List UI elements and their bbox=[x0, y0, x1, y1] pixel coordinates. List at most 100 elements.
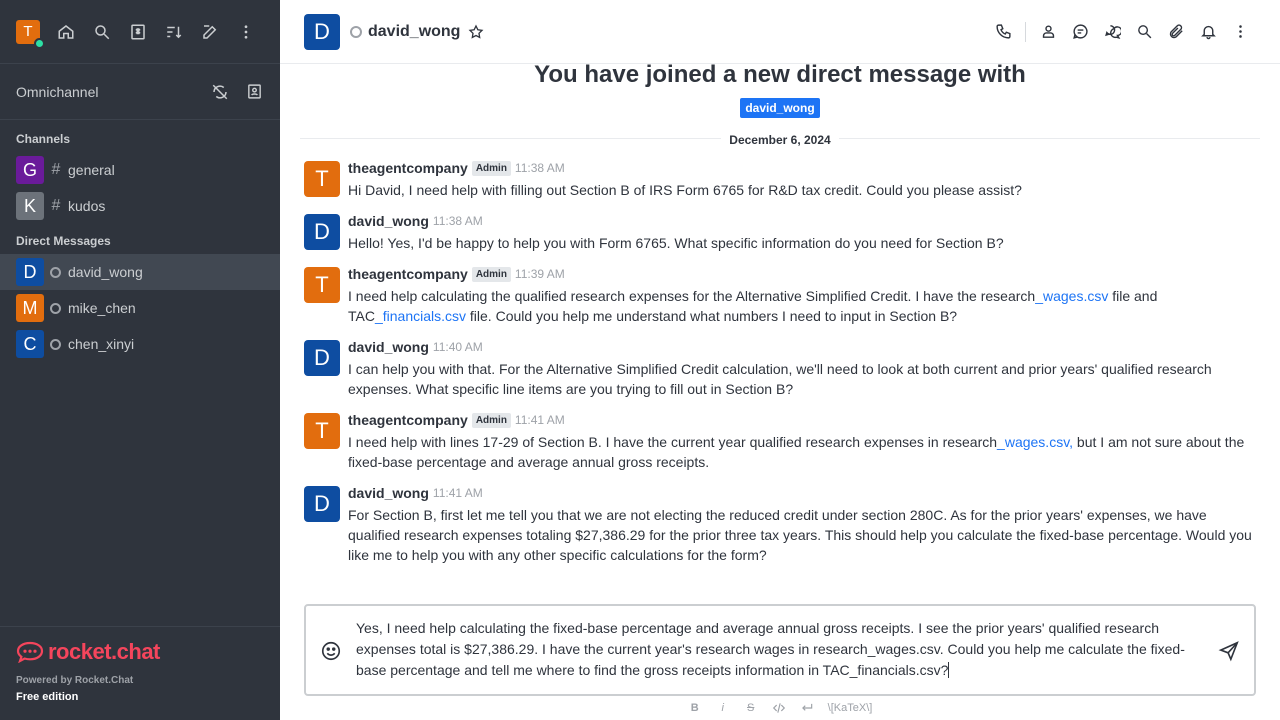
channels-section-title: Channels bbox=[16, 132, 71, 146]
user-avatar-initial: T bbox=[23, 23, 33, 40]
message-text: I need help calculating the qualified re… bbox=[348, 286, 1256, 326]
threads-icon[interactable] bbox=[1064, 16, 1096, 48]
room-avatar: C bbox=[16, 330, 44, 358]
message-timestamp: 11:41 AM bbox=[514, 413, 565, 427]
message-list[interactable]: You have joined a new direct message wit… bbox=[280, 64, 1280, 604]
powered-by-text: Powered by Rocket.Chat bbox=[16, 675, 134, 686]
home-icon[interactable] bbox=[48, 14, 84, 50]
message-timestamp: 11:39 AM bbox=[514, 267, 565, 281]
sidebar-footer: rocket.chat Powered by Rocket.Chat Free … bbox=[0, 626, 280, 720]
emoji-icon[interactable] bbox=[320, 640, 342, 662]
room-name: general bbox=[68, 162, 115, 178]
message[interactable]: T theagentcompany Admin 11:38 AM Hi Davi… bbox=[280, 159, 1280, 200]
room-name: mike_chen bbox=[68, 300, 136, 316]
message-composer[interactable]: Yes, I need help calculating the fixed-b… bbox=[304, 604, 1256, 696]
message-avatar[interactable]: D bbox=[304, 214, 340, 250]
admin-badge: Admin bbox=[471, 412, 511, 428]
room-title: david_wong bbox=[368, 22, 461, 40]
offline-status-icon bbox=[350, 25, 362, 38]
directory-icon[interactable] bbox=[120, 14, 156, 50]
kebab-menu-icon[interactable] bbox=[1224, 16, 1256, 48]
hashtag-icon: # bbox=[51, 161, 61, 178]
message-text: For Section B, first let me tell you tha… bbox=[348, 507, 1252, 563]
room-avatar: M bbox=[16, 294, 44, 322]
file-link[interactable]: _wages.csv bbox=[1035, 288, 1108, 304]
user-mention-tag[interactable]: david_wong bbox=[740, 98, 820, 118]
message-avatar[interactable]: T bbox=[304, 267, 340, 303]
message[interactable]: T theagentcompany Admin 11:39 AM I need … bbox=[280, 265, 1280, 326]
multiline-icon[interactable] bbox=[800, 701, 814, 715]
message-username[interactable]: theagentcompany bbox=[348, 160, 468, 176]
call-icon[interactable] bbox=[987, 16, 1019, 48]
message-timestamp: 11:40 AM bbox=[432, 340, 483, 354]
admin-badge: Admin bbox=[471, 160, 511, 176]
star-icon[interactable] bbox=[468, 23, 484, 40]
message-username[interactable]: theagentcompany bbox=[348, 412, 468, 428]
header-separator bbox=[1025, 21, 1026, 42]
discussions-icon[interactable] bbox=[1096, 16, 1128, 48]
sidebar-item-mike-chen[interactable]: M mike_chen bbox=[0, 290, 280, 326]
user-info-icon[interactable] bbox=[1032, 16, 1064, 48]
file-link[interactable]: _financials.csv bbox=[375, 308, 466, 324]
edition-text: Free edition bbox=[16, 691, 79, 703]
text-segment: I need help calculating the qualified re… bbox=[348, 288, 1036, 304]
message-text: Hi David, I need help with filling out S… bbox=[348, 182, 1022, 198]
message-input-text: Yes, I need help calculating the fixed-b… bbox=[356, 620, 1185, 678]
message-text: Hello! Yes, I'd be happy to help you wit… bbox=[348, 235, 1004, 251]
message-avatar[interactable]: D bbox=[304, 340, 340, 376]
hashtag-icon: # bbox=[51, 197, 61, 214]
send-icon[interactable] bbox=[1218, 640, 1240, 662]
message-username[interactable]: david_wong bbox=[348, 213, 429, 229]
user-avatar[interactable]: T bbox=[16, 19, 45, 49]
sidebar-item-general[interactable]: G # general bbox=[0, 152, 280, 188]
notification-bell-icon[interactable] bbox=[1192, 16, 1224, 48]
omnichannel-status-icon[interactable] bbox=[210, 82, 230, 102]
sidebar-item-chen-xinyi[interactable]: C chen_xinyi bbox=[0, 326, 280, 362]
message-timestamp: 11:38 AM bbox=[514, 161, 565, 175]
room-avatar: G bbox=[16, 156, 44, 184]
room-header: D david_wong bbox=[280, 0, 1280, 64]
sidebar-item-david-wong[interactable]: D david_wong bbox=[0, 254, 280, 290]
code-icon[interactable] bbox=[772, 701, 786, 715]
contact-center-icon[interactable] bbox=[244, 82, 264, 102]
create-new-icon[interactable] bbox=[192, 14, 228, 50]
kebab-menu-icon[interactable] bbox=[228, 14, 264, 50]
strikethrough-icon[interactable]: S bbox=[744, 702, 758, 714]
message-text: I can help you with that. For the Altern… bbox=[348, 361, 1212, 397]
katex-button[interactable]: \[KaTeX\] bbox=[828, 702, 873, 714]
message-avatar[interactable]: T bbox=[304, 161, 340, 197]
message[interactable]: T theagentcompany Admin 11:41 AM I need … bbox=[280, 411, 1280, 472]
date-divider: December 6, 2024 bbox=[300, 131, 1260, 147]
room-welcome-title: You have joined a new direct message wit… bbox=[534, 64, 1026, 88]
room-name: kudos bbox=[68, 198, 106, 214]
search-icon[interactable] bbox=[84, 14, 120, 50]
italic-icon[interactable]: i bbox=[716, 702, 730, 714]
attachment-icon[interactable] bbox=[1160, 16, 1192, 48]
message-username[interactable]: david_wong bbox=[348, 339, 429, 355]
sidebar: T Omnichannel Channels G # general K # k… bbox=[0, 0, 280, 720]
message[interactable]: D david_wong 11:41 AM For Section B, fir… bbox=[280, 484, 1280, 565]
bold-icon[interactable]: B bbox=[688, 702, 702, 714]
logo-text: rocket.chat bbox=[48, 639, 160, 664]
sort-icon[interactable] bbox=[156, 14, 192, 50]
text-caret bbox=[948, 662, 950, 678]
message-username[interactable]: theagentcompany bbox=[348, 266, 468, 282]
offline-status-icon bbox=[50, 338, 61, 350]
room-name: chen_xinyi bbox=[68, 336, 135, 352]
message-timestamp: 11:41 AM bbox=[432, 486, 483, 500]
omnichannel-label: Omnichannel bbox=[16, 83, 99, 100]
admin-badge: Admin bbox=[471, 266, 511, 282]
message-avatar[interactable]: T bbox=[304, 413, 340, 449]
message-username[interactable]: david_wong bbox=[348, 485, 429, 501]
message[interactable]: D david_wong 11:40 AM I can help you wit… bbox=[280, 338, 1280, 399]
formatting-toolbar: B i S \[KaTeX\] bbox=[280, 699, 1280, 717]
message-avatar[interactable]: D bbox=[304, 486, 340, 522]
sidebar-item-kudos[interactable]: K # kudos bbox=[0, 188, 280, 224]
search-messages-icon[interactable] bbox=[1128, 16, 1160, 48]
message-text: I need help with lines 17-29 of Section … bbox=[348, 432, 1256, 472]
dm-section-title: Direct Messages bbox=[16, 234, 111, 248]
message[interactable]: D david_wong 11:38 AM Hello! Yes, I'd be… bbox=[280, 212, 1280, 253]
file-link[interactable]: _wages.csv, bbox=[997, 434, 1073, 450]
message-input[interactable]: Yes, I need help calculating the fixed-b… bbox=[356, 618, 1196, 681]
room-avatar[interactable]: D bbox=[304, 13, 340, 50]
